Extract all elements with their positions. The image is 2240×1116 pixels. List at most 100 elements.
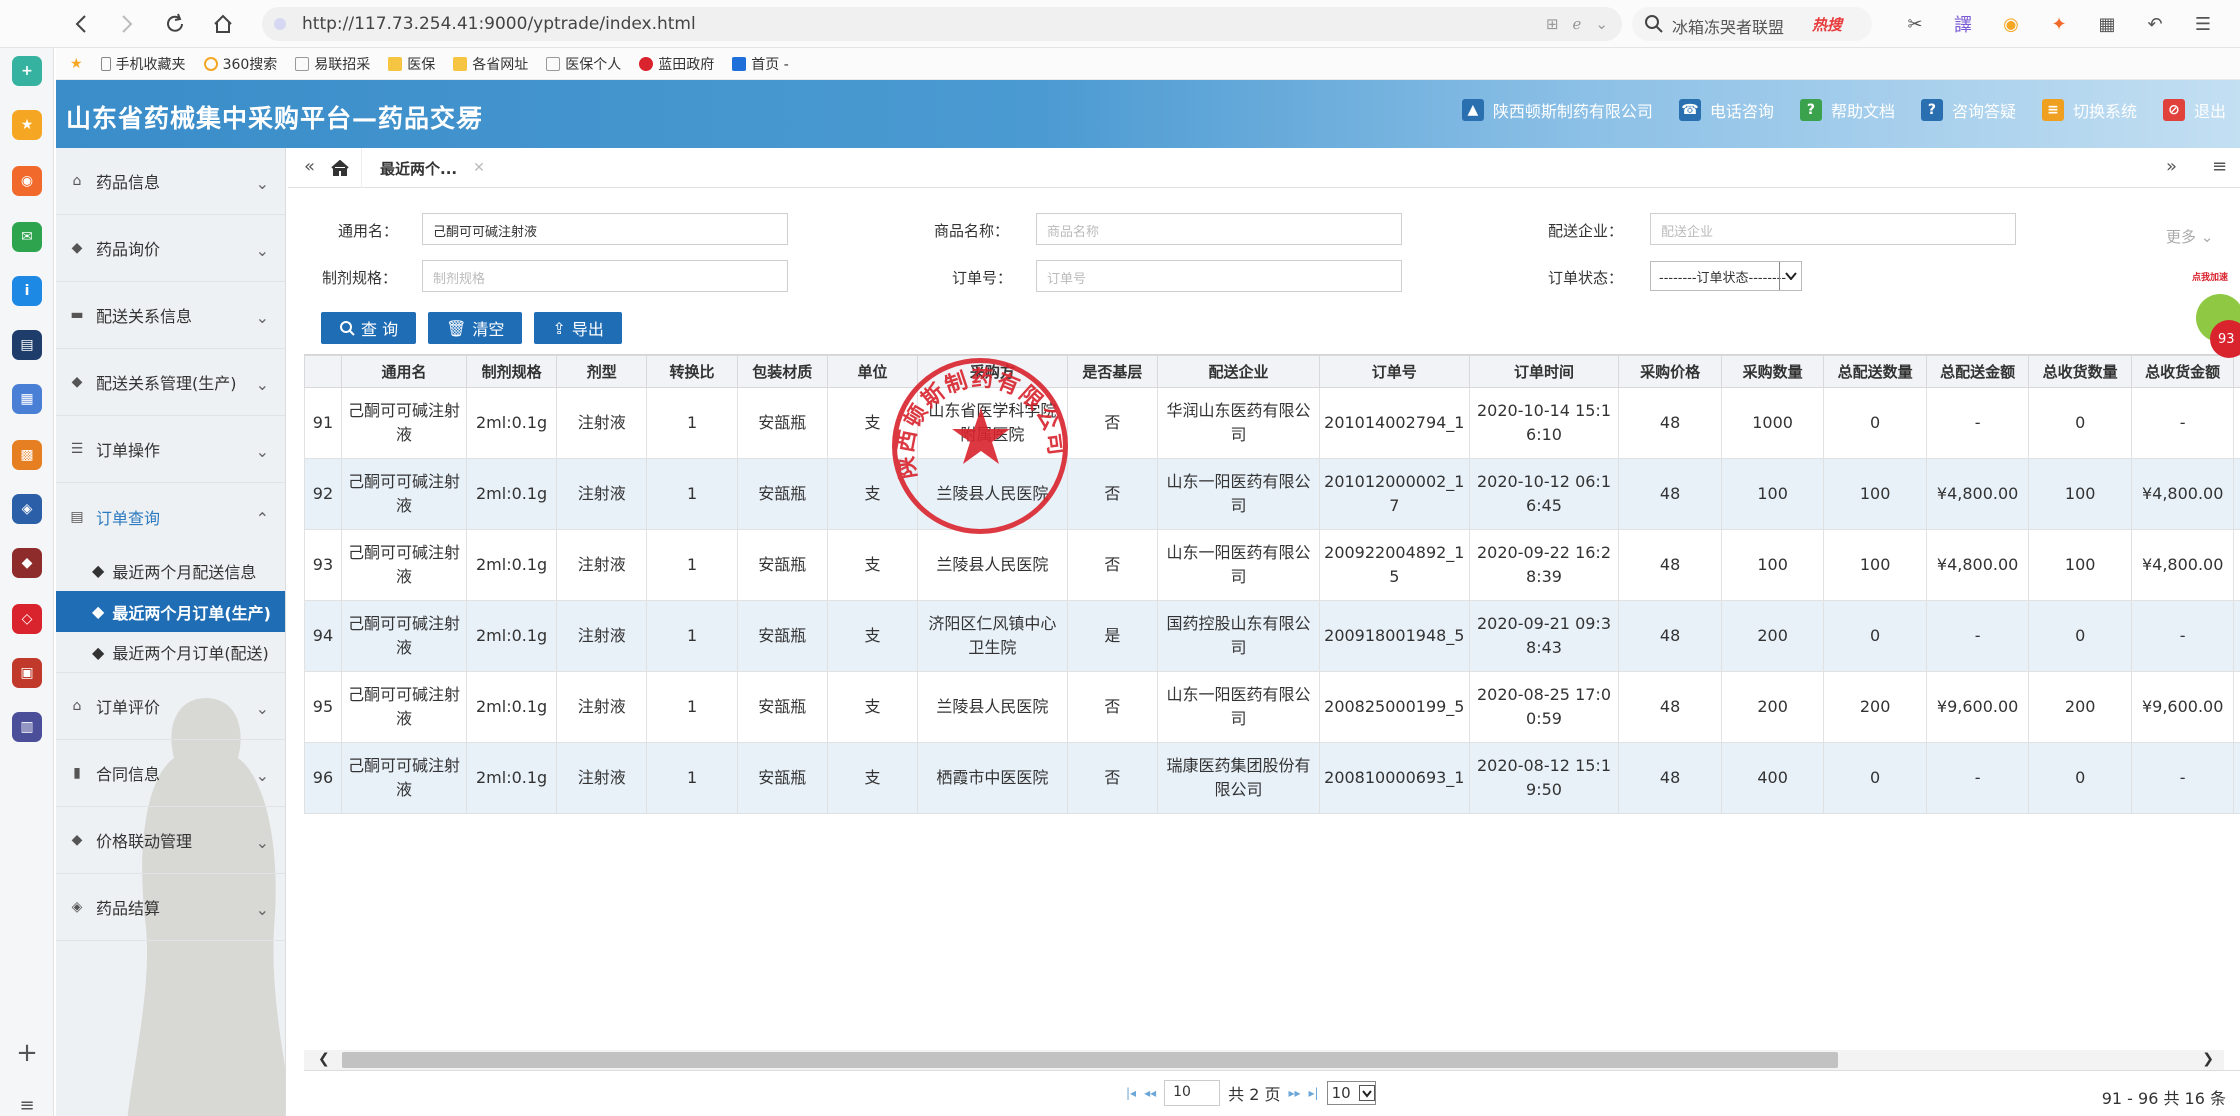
spec-input[interactable]: 制剂规格 bbox=[422, 260, 788, 292]
home-button[interactable] bbox=[208, 9, 238, 39]
delivery-company-input[interactable]: 配送企业 bbox=[1650, 213, 2016, 245]
ie-icon[interactable]: ℯ bbox=[1573, 15, 1582, 33]
forward-button[interactable] bbox=[112, 9, 142, 39]
scroll-thumb[interactable] bbox=[342, 1052, 1838, 1068]
query-button[interactable]: 查 询 bbox=[321, 312, 417, 344]
sidebar-item-order-query[interactable]: ▤ 订单查询 ⌃ bbox=[56, 483, 285, 550]
order-status-select[interactable]: --------订单状态-------- bbox=[1650, 261, 1802, 291]
col-header[interactable]: 单位 bbox=[826, 355, 919, 388]
speedup-widget[interactable]: 点我加速 93 bbox=[2188, 264, 2240, 384]
tab-recent-orders[interactable]: 最近两个... ✕ bbox=[362, 148, 503, 188]
page-number-input[interactable]: 10 bbox=[1164, 1080, 1221, 1106]
scroll-left-icon[interactable]: ❮ bbox=[318, 1051, 330, 1067]
next-page-icon[interactable]: ▸▸ bbox=[1288, 1086, 1300, 1100]
clear-button[interactable]: 🗑 清空 bbox=[428, 312, 523, 344]
site-info-icon[interactable] bbox=[274, 18, 286, 30]
favorites-icon[interactable]: ★ bbox=[12, 110, 42, 140]
bookmark-item[interactable]: 手机收藏夹 bbox=[100, 54, 186, 74]
more-filters-link[interactable]: 更多 ⌄ bbox=[2166, 226, 2213, 247]
bookmark-item[interactable]: 医保 bbox=[388, 54, 435, 74]
table-row[interactable]: 95 己酮可可碱注射液 2ml:0.1g 注射液 1 安瓿瓶支兰陵县人民医院否山东一阳医药… bbox=[304, 671, 2240, 743]
bookmark-item[interactable]: 易联招采 bbox=[295, 54, 370, 74]
game3-icon[interactable]: ◆ bbox=[12, 548, 42, 578]
weibo-icon[interactable]: ◉ bbox=[12, 166, 42, 196]
bookmark-item[interactable]: 各省网址 bbox=[453, 54, 528, 74]
generic-name-input[interactable]: 己酮可可碱注射液 bbox=[422, 213, 788, 245]
order-no-input[interactable]: 订单号 bbox=[1036, 260, 1402, 292]
help-docs-link[interactable]: ? 帮助文档 bbox=[1799, 98, 1895, 122]
last-page-icon[interactable]: ▸| bbox=[1309, 1086, 1319, 1100]
sidebar-item-order-review[interactable]: ⌂ 订单评价 ⌄ bbox=[56, 673, 285, 740]
col-header[interactable]: 订单号 bbox=[1318, 355, 1470, 388]
col-header[interactable]: 包装材质 bbox=[736, 355, 828, 388]
bookmark-item[interactable]: 首页 - bbox=[732, 54, 789, 74]
tab-scroll-right-icon[interactable]: » bbox=[2166, 156, 2177, 177]
browser-search[interactable]: 冰箱冻哭者联盟 热搜 bbox=[1632, 7, 1872, 41]
extension-icon[interactable]: ◉ bbox=[1994, 10, 2028, 38]
col-header[interactable]: 配送企业 bbox=[1156, 355, 1320, 388]
sidebar-subitem-orders-production[interactable]: ◆ 最近两个月订单(生产) bbox=[56, 591, 285, 632]
chevron-down-icon[interactable]: ⌄ bbox=[1595, 15, 1608, 33]
tab-scroll-left-icon[interactable]: « bbox=[304, 156, 315, 177]
game6-icon[interactable]: ▥ bbox=[12, 712, 42, 742]
sidebar-item-order-ops[interactable]: ☰ 订单操作 ⌄ bbox=[56, 416, 285, 483]
col-header[interactable]: 制剂规格 bbox=[465, 355, 558, 388]
notes-icon[interactable]: ▦ bbox=[12, 384, 42, 414]
tab-menu-icon[interactable]: ≡ bbox=[2212, 156, 2227, 177]
game-center-icon[interactable]: ✦ bbox=[2042, 10, 2076, 38]
menu-toggle-icon[interactable] bbox=[462, 105, 482, 123]
phone-consult-link[interactable]: ☎ 电话咨询 bbox=[1678, 98, 1774, 122]
tab-home[interactable] bbox=[318, 148, 362, 188]
sidebar-subitem-delivery-2m[interactable]: ◆ 最近两个月配送信息 bbox=[56, 550, 285, 591]
product-name-input[interactable]: 商品名称 bbox=[1036, 213, 1402, 245]
sidebar-subitem-orders-delivery[interactable]: ◆ 最近两个月订单(配送) bbox=[56, 632, 285, 673]
bookmark-item[interactable]: 医保个人 bbox=[546, 54, 621, 74]
menu-icon[interactable]: ☰ bbox=[2186, 10, 2220, 38]
col-header[interactable]: 采购价格 bbox=[1618, 355, 1722, 388]
table-row[interactable]: 96 己酮可可碱注射液 2ml:0.1g 注射液 1 安瓿瓶支栖霞市中医医院否瑞康医药集团… bbox=[304, 742, 2240, 814]
table-row[interactable]: 91 己酮可可碱注射液 2ml:0.1g 注射液 1 安瓿瓶支山东省医学科学院附属医院否华… bbox=[304, 387, 2240, 459]
mail-icon[interactable]: ✉ bbox=[12, 222, 42, 252]
col-header[interactable]: 是否基层 bbox=[1066, 355, 1158, 388]
page-size-select[interactable]: 10 bbox=[1326, 1081, 1376, 1105]
game-icon[interactable]: ▩ bbox=[12, 440, 42, 470]
table-row[interactable]: 92 己酮可可碱注射液 2ml:0.1g 注射液 1 安瓿瓶支兰陵县人民医院否山东一阳医药… bbox=[304, 458, 2240, 530]
col-header[interactable]: 采购方 bbox=[917, 355, 1068, 388]
switch-system-link[interactable]: ≡ 切换系统 bbox=[2041, 98, 2137, 122]
game2-icon[interactable]: ◈ bbox=[12, 494, 42, 524]
col-header[interactable]: 转换比 bbox=[646, 355, 738, 388]
prev-page-icon[interactable]: ◂◂ bbox=[1144, 1086, 1156, 1100]
sidebar-item-drug-inquiry[interactable]: ◆ 药品询价 ⌄ bbox=[56, 215, 285, 282]
sidebar-item-drug-info[interactable]: ⌂ 药品信息 ⌄ bbox=[56, 148, 285, 215]
undo-icon[interactable]: ↶ bbox=[2138, 10, 2172, 38]
back-button[interactable] bbox=[66, 9, 96, 39]
col-header[interactable]: 采购数量 bbox=[1720, 355, 1825, 388]
game4-icon[interactable]: ◇ bbox=[12, 604, 42, 634]
table-row[interactable]: 93 己酮可可碱注射液 2ml:0.1g 注射液 1 安瓿瓶支兰陵县人民医院否山东一阳医药… bbox=[304, 529, 2240, 601]
col-header[interactable]: 总收货数量 bbox=[2028, 355, 2132, 388]
sidebar-item-delivery-manage[interactable]: ◆ 配送关系管理(生产) ⌄ bbox=[56, 349, 285, 416]
bookmark-star-icon[interactable]: ★ bbox=[70, 56, 83, 72]
bookmark-item[interactable]: 360搜索 bbox=[203, 54, 277, 74]
table-row[interactable]: 94 己酮可可碱注射液 2ml:0.1g 注射液 1 安瓿瓶支济阳区仁风镇中心卫生院是国药… bbox=[304, 600, 2240, 672]
consult-qa-link[interactable]: ? 咨询答疑 bbox=[1920, 98, 2016, 122]
add-app-icon[interactable]: + bbox=[12, 56, 42, 86]
col-header[interactable]: 订单时间 bbox=[1468, 355, 1620, 388]
add-icon[interactable]: + bbox=[12, 1038, 42, 1068]
close-icon[interactable]: ✕ bbox=[473, 160, 485, 176]
translate-icon[interactable]: 譯 bbox=[1946, 10, 1980, 38]
horizontal-scrollbar[interactable]: ❮ ❯ bbox=[304, 1050, 2224, 1070]
sidebar-item-contract[interactable]: ▮ 合同信息 ⌄ bbox=[56, 740, 285, 807]
col-header[interactable]: 总配送金额 bbox=[1925, 355, 2030, 388]
sidebar-item-delivery-info[interactable]: ▬ 配送关系信息 ⌄ bbox=[56, 282, 285, 349]
company-link[interactable]: ▲ 陕西顿斯制药有限公司 bbox=[1461, 98, 1653, 122]
grid-icon[interactable]: ⊞ bbox=[1546, 15, 1559, 33]
sidebar-item-settlement[interactable]: ◈ 药品结算 ⌄ bbox=[56, 874, 285, 941]
menu-list-icon[interactable]: ≡ bbox=[12, 1090, 42, 1116]
first-page-icon[interactable]: |◂ bbox=[1126, 1086, 1136, 1100]
app-icon[interactable]: i bbox=[12, 276, 42, 306]
sidebar-item-price-linkage[interactable]: ◆ 价格联动管理 ⌄ bbox=[56, 807, 285, 874]
reload-button[interactable] bbox=[160, 9, 190, 39]
logout-link[interactable]: ⊘ 退出 bbox=[2162, 98, 2226, 122]
col-header[interactable]: 总配送数量 bbox=[1823, 355, 1927, 388]
